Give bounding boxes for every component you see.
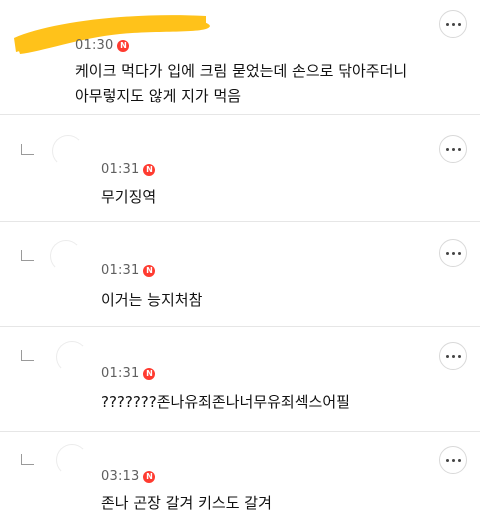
more-options-button[interactable] — [439, 446, 467, 474]
more-horizontal-icon — [445, 458, 461, 462]
reply-arrow-icon — [21, 144, 34, 155]
more-options-button[interactable] — [439, 10, 467, 38]
more-horizontal-icon — [445, 354, 461, 358]
comment-meta: 01:31 N — [101, 162, 156, 177]
comment-time: 01:30 — [75, 38, 114, 53]
avatar — [52, 135, 84, 167]
reply-item: 03:13 N 존나 곤장 갈겨 키스도 갈겨 — [0, 432, 480, 526]
comment-meta: 01:31 N — [101, 263, 156, 278]
new-badge-icon: N — [143, 470, 156, 483]
comment-meta: 03:13 N — [101, 469, 156, 484]
new-badge-icon: N — [117, 39, 130, 52]
reply-arrow-icon — [21, 454, 34, 465]
reply-item: 01:31 N ???????존나유죄존나너무유죄섹스어필 — [0, 327, 480, 431]
more-horizontal-icon — [445, 147, 461, 151]
more-horizontal-icon — [445, 22, 461, 26]
avatar — [50, 240, 82, 272]
avatar — [56, 341, 88, 373]
avatar — [56, 444, 88, 476]
new-badge-icon: N — [143, 367, 156, 380]
more-options-button[interactable] — [439, 239, 467, 267]
more-options-button[interactable] — [439, 135, 467, 163]
reply-arrow-icon — [21, 250, 34, 261]
comment-text: 무기징역 — [101, 188, 157, 206]
comment-time: 01:31 — [101, 162, 140, 177]
comment-meta: 01:31 N — [101, 366, 156, 381]
reply-arrow-icon — [21, 350, 34, 361]
comment-meta: 01:30 N — [75, 38, 130, 53]
comment-text: ???????존나유죄존나너무유죄섹스어필 — [101, 393, 350, 411]
comment-time: 03:13 — [101, 469, 140, 484]
comment-text: 이거는 능지처참 — [101, 291, 203, 309]
comment-time: 01:31 — [101, 263, 140, 278]
new-badge-icon: N — [143, 264, 156, 277]
more-horizontal-icon — [445, 251, 461, 255]
comment-text: 존나 곤장 갈겨 키스도 갈겨 — [101, 494, 272, 512]
comment-text: 케이크 먹다가 입에 크림 묻었는데 손으로 닦아주더니 아무렇지도 않게 지가… — [75, 62, 408, 105]
comment-item: 01:30 N 케이크 먹다가 입에 크림 묻었는데 손으로 닦아주더니 아무렇… — [0, 0, 480, 114]
reply-item: 01:31 N 이거는 능지처참 — [0, 222, 480, 326]
new-badge-icon: N — [143, 163, 156, 176]
reply-item: 01:31 N 무기징역 — [0, 115, 480, 221]
more-options-button[interactable] — [439, 342, 467, 370]
comment-time: 01:31 — [101, 366, 140, 381]
